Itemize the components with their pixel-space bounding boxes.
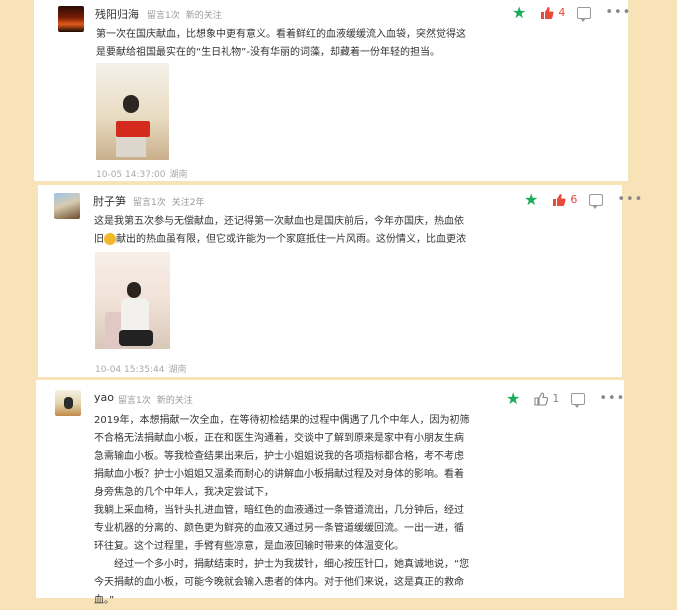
location: 湖南 (168, 365, 187, 375)
thumb-up-icon (553, 193, 566, 206)
comment-photo[interactable] (95, 252, 170, 349)
meta-follow: 关注2年 (171, 198, 205, 208)
more-icon[interactable]: ••• (599, 391, 625, 406)
thumb-up-icon (541, 6, 554, 19)
text-line: 这是我第五次参与无偿献血，还记得第一次献血也是国庆前后，今年亦国庆，热血依 (94, 216, 464, 227)
text-line: 我躺上采血椅，当针头扎进血管，暗红色的血液通过一条管道流出，几分钟后，经过 (94, 505, 464, 516)
text-line: 2019年，本想捐献一次全血，在等待初检结果的过程中偶遇了几个中年人，因为初筛 (94, 415, 470, 426)
more-icon[interactable]: ••• (605, 5, 631, 20)
star-icon[interactable]: ★ (506, 389, 520, 408)
timestamp: 10-05 14:37:00 (96, 170, 166, 180)
comment-time: 10-04 15:35:44 湖南 (95, 362, 190, 375)
photo-person-head (123, 95, 139, 113)
avatar-figure (64, 397, 73, 409)
username[interactable]: yao (94, 391, 114, 404)
text-line: 捐献血小板？护士小姐姐又温柔而耐心的讲解血小板捐献过程及对身体的影响。看着 (94, 469, 464, 480)
text-segment: 旧 (94, 234, 104, 245)
text-line: 不合格无法捐献血小板，正在和医生沟通着，交谈中了解到原来是家中有小朋友生病 (94, 433, 464, 444)
like-button[interactable]: 6 (552, 193, 577, 207)
comment-text: 2019年，本想捐献一次全血，在等待初检结果的过程中偶遇了几个中年人，因为初筛 … (94, 412, 614, 610)
avatar[interactable] (58, 6, 84, 32)
text-line: 身旁焦急的几个中年人，我决定尝试下， (94, 487, 274, 498)
photo-person-head (127, 282, 141, 298)
more-icon[interactable]: ••• (617, 192, 643, 207)
comment-actions: ★ 6 ••• (524, 190, 643, 209)
meta-follow: 新的关注 (185, 11, 222, 21)
comment-icon[interactable] (589, 193, 604, 209)
meta-count: 留言1次 (133, 198, 166, 208)
text-line: 经过一个多小时，捐献结束时，护士为我拔针，细心按压针口，她真诚地说，“您 (114, 559, 470, 570)
comment-text: 第一次在国庆献血，比想象中更有意义。看着鲜红的血液缓缓流入血袋，突然觉得这 是要… (96, 26, 616, 62)
user-meta: 留言1次 关注2年 (133, 195, 210, 208)
text-line: 是要献给祖国最实在的“生日礼物”-没有华丽的词藻，却藏着一份年轻的担当。 (96, 47, 440, 58)
comment-photo[interactable] (96, 63, 169, 160)
username[interactable]: 肘子笋 (93, 193, 126, 209)
comment-time: 10-05 14:37:00 湖南 (96, 167, 191, 180)
thumb-up-icon (534, 391, 549, 406)
text-line: 环往复。这个过程里，手臂有些凉意，是血液回输时带来的体温变化。 (94, 541, 404, 552)
smile-emoji-icon (104, 233, 116, 245)
photo-person-legs (119, 330, 153, 346)
comment-icon[interactable] (577, 6, 592, 22)
avatar[interactable] (55, 390, 81, 416)
text-line: 第一次在国庆献血，比想象中更有意义。看着鲜红的血液缓缓流入血袋，突然觉得这 (96, 29, 466, 40)
user-meta: 留言1次 新的关注 (118, 393, 199, 406)
star-icon[interactable]: ★ (512, 3, 526, 22)
text-line: 今天捐献的血小板，可能今晚就会输入患者的体内。对于他们来说，这是真正的救命 (94, 577, 464, 588)
text-line: 专业机器的分离的、颜色更为鲜亮的血液又通过另一条管道缓缓回流。一出一进，循 (94, 523, 464, 534)
timestamp: 10-04 15:35:44 (95, 365, 165, 375)
photo-sign (116, 121, 150, 137)
like-button[interactable]: 4 (540, 6, 565, 20)
comment-icon[interactable] (571, 392, 586, 408)
star-icon[interactable]: ★ (524, 190, 538, 209)
comment-card: 残阳归海 留言1次 新的关注 ★ 4 ••• 第一次在国庆献血，比想象中更有意义。… (34, 0, 631, 181)
user-meta: 留言1次 新的关注 (147, 8, 228, 21)
comment-card: 肘子笋 留言1次 关注2年 ★ 6 ••• 这是我第五次参与无偿献血，还记得第一次… (38, 185, 642, 377)
text-segment: 献出的热血虽有限，但它或许能为一个家庭抵住一片风雨。这份情义，比血更浓 (116, 234, 466, 245)
text-line: 急需输血小板。等我检查结果出来后，护士小姐姐说我的各项指标都合格，考不考虑 (94, 451, 464, 462)
like-count: 1 (552, 392, 560, 405)
username[interactable]: 残阳归海 (95, 6, 139, 22)
comment-card: yao 留言1次 新的关注 ★ 1 ••• 2019年，本想捐献一次全血，在等待初… (36, 380, 625, 606)
meta-count: 留言1次 (118, 396, 151, 406)
like-button[interactable]: 1 (534, 391, 560, 406)
meta-follow: 新的关注 (156, 396, 193, 406)
like-count: 6 (570, 193, 578, 206)
like-count: 4 (558, 6, 566, 19)
location: 湖南 (169, 170, 188, 180)
comment-actions: ★ 4 ••• (512, 3, 631, 22)
comment-actions: ★ 1 ••• (506, 389, 625, 408)
photo-person-body (121, 298, 149, 332)
meta-count: 留言1次 (147, 11, 180, 21)
comment-text: 这是我第五次参与无偿献血，还记得第一次献血也是国庆前后，今年亦国庆，热血依 旧 献… (94, 213, 564, 249)
avatar[interactable] (54, 193, 80, 219)
text-line: 血。” (94, 595, 115, 606)
text-line: 旧 献出的热血虽有限，但它或许能为一个家庭抵住一片风雨。这份情义，比血更浓 (94, 231, 564, 249)
